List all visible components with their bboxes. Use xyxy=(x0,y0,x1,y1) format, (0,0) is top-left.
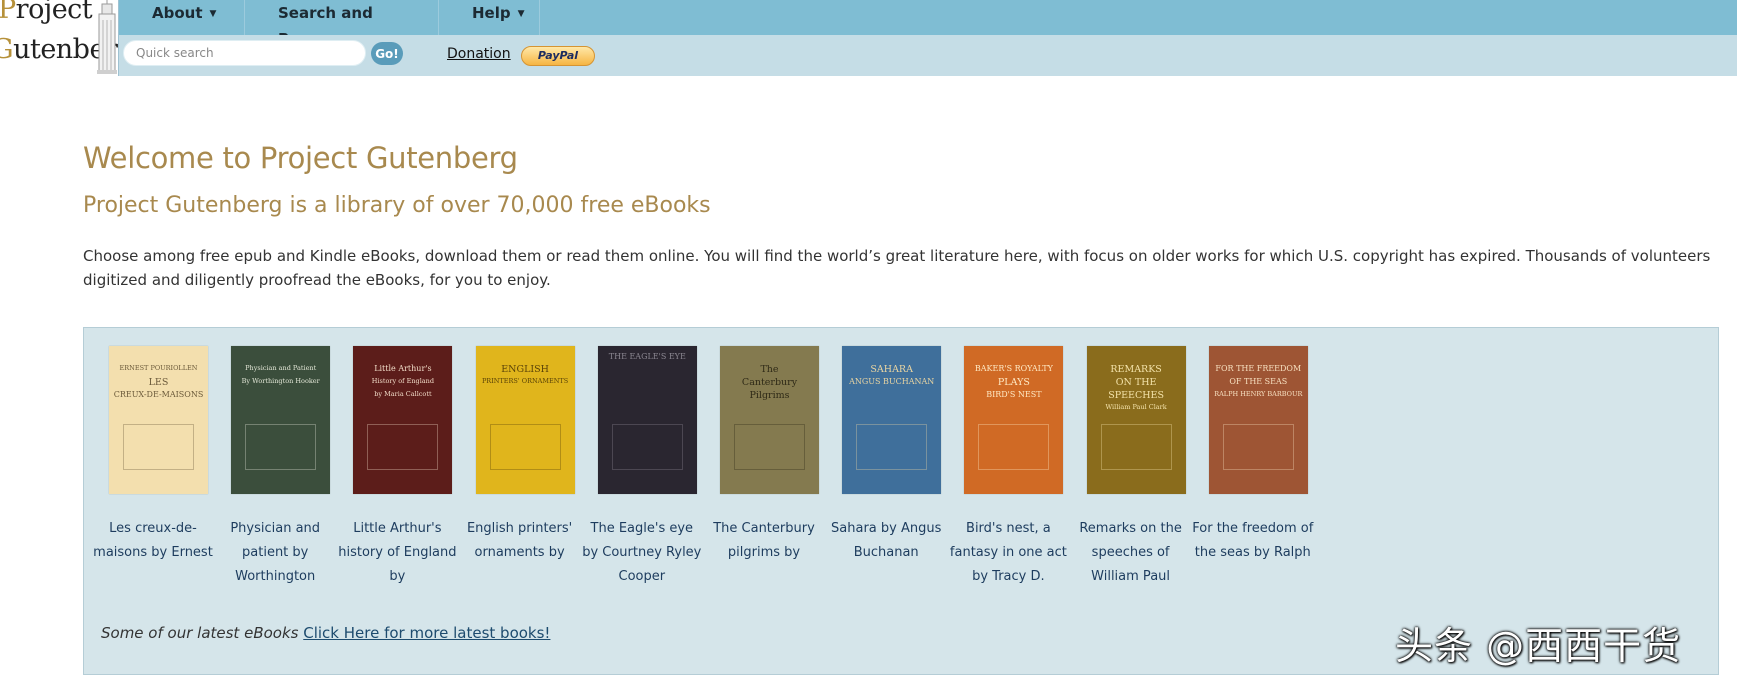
book-title-link[interactable]: English printers' ornaments by xyxy=(459,517,581,589)
book-cover-illustration xyxy=(489,424,561,470)
book-cover-text: By Worthington Hooker xyxy=(241,377,320,385)
book-cover-image[interactable]: Physician and Patient By Worthington Hook… xyxy=(231,346,331,494)
source-watermark: 头条 @西西干货 xyxy=(1395,624,1682,668)
book-cover-text: by Maria Callcott xyxy=(374,390,432,398)
book-cover-text: Pilgrims xyxy=(749,390,790,401)
latest-books-label: Some of our latest eBooks xyxy=(101,624,299,642)
book-cover-image[interactable]: REMARKS ON THE SPEECHES William Paul Clark xyxy=(1086,346,1186,494)
book-cover-text: SPEECHES xyxy=(1108,390,1164,401)
book-title-link[interactable]: For the freedom of the seas by Ralph xyxy=(1192,517,1314,589)
book-cover-illustration xyxy=(367,424,439,470)
book-cover-text: OF THE SEAS xyxy=(1229,377,1288,386)
book-cover-illustration xyxy=(1222,424,1294,470)
book-cover-illustration xyxy=(611,424,683,470)
book-cover-text: ENGLISH xyxy=(501,364,549,375)
page-title: Welcome to Project Gutenberg xyxy=(83,141,518,175)
book-title-link[interactable]: The Canterbury pilgrims by xyxy=(703,517,825,589)
nav-about[interactable]: About ▼ xyxy=(119,0,245,35)
library-building-icon xyxy=(97,0,117,74)
book-cover-text: THE EAGLE'S EYE xyxy=(608,352,686,361)
book-title-link[interactable]: Little Arthur's history of England by xyxy=(336,517,458,589)
logo-line-1: Project xyxy=(0,0,93,25)
book-cover-text: PRINTERS' ORNAMENTS xyxy=(481,377,569,385)
nav-help[interactable]: Help ▼ xyxy=(439,0,540,35)
caret-down-icon: ▼ xyxy=(209,9,217,19)
book-title-link[interactable]: Remarks on the speeches of William Paul xyxy=(1070,517,1192,589)
book-title-link[interactable]: Physician and patient by Worthington xyxy=(214,517,336,589)
book-cover-text: FOR THE FREEDOM xyxy=(1215,364,1302,373)
nav-help-label: Help xyxy=(472,4,511,22)
quick-search-input[interactable] xyxy=(123,40,366,66)
book-cover-illustration xyxy=(734,424,805,470)
book-cover-text: Little Arthur's xyxy=(374,364,432,373)
book-cover-text: ERNEST POURIOLLEN xyxy=(119,364,198,372)
book-cover-illustration xyxy=(1100,424,1172,470)
book-cover-text: ON THE xyxy=(1115,377,1157,388)
book-cover-text: RALPH HENRY BARBOUR xyxy=(1214,390,1303,398)
latest-books-line: Some of our latest eBooks Click Here for… xyxy=(101,624,550,642)
book-cover-text: Physician and Patient xyxy=(245,364,317,372)
book-title-link[interactable]: Les creux-de-maisons by Ernest xyxy=(92,517,214,589)
book-cover-illustration xyxy=(123,424,194,470)
book-cover-text: SAHARA xyxy=(870,364,913,375)
book-cover-image[interactable]: Little Arthur's History of England by Mari… xyxy=(353,346,453,494)
site-header: Project Gutenberg About ▼ Search and Brow… xyxy=(0,0,1737,76)
book-cover-image[interactable]: ENGLISH PRINTERS' ORNAMENTS xyxy=(475,346,575,494)
book-title-link[interactable]: Sahara by Angus Buchanan xyxy=(825,517,947,589)
book-cover-text: William Paul Clark xyxy=(1105,403,1167,411)
project-gutenberg-logo[interactable]: Project Gutenberg xyxy=(0,0,119,76)
book-cover-text: History of England xyxy=(371,377,434,385)
book-cover-text: The xyxy=(760,364,779,375)
book-title-link[interactable]: Bird's nest, a fantasy in one act by Tra… xyxy=(947,517,1069,589)
book-cover-illustration xyxy=(978,424,1050,470)
book-cover-image[interactable]: SAHARA ANGUS BUCHANAN xyxy=(842,346,942,494)
book-cover-text: Canterbury xyxy=(741,377,798,388)
search-bar: Go! Donation PayPal xyxy=(119,35,1737,76)
more-latest-books-link[interactable]: Click Here for more latest books! xyxy=(303,624,550,642)
book-cover-image[interactable]: THE EAGLE'S EYE xyxy=(597,346,697,494)
book-cover-image[interactable]: FOR THE FREEDOM OF THE SEAS RALPH HENRY BA… xyxy=(1208,346,1308,494)
book-cover-text: PLAYS xyxy=(997,377,1030,388)
caret-down-icon: ▼ xyxy=(517,9,525,19)
book-cover-image[interactable]: The Canterbury Pilgrims xyxy=(720,346,819,494)
page-subtitle: Project Gutenberg is a library of over 7… xyxy=(83,193,711,218)
search-go-button[interactable]: Go! xyxy=(371,42,403,65)
donation-link[interactable]: Donation xyxy=(447,46,511,62)
book-cover-illustration xyxy=(245,424,317,470)
main-navigation: About ▼ Search and Browse▼ Help ▼ xyxy=(119,0,1737,48)
book-cover-text: ANGUS BUCHANAN xyxy=(849,377,935,386)
book-title-link[interactable]: The Eagle's eye by Courtney Ryley Cooper xyxy=(581,517,703,589)
book-cover-text: BAKER'S ROYALTY xyxy=(974,364,1053,373)
book-cover-text: BIRD'S NEST xyxy=(986,390,1042,399)
nav-search-and-browse[interactable]: Search and Browse▼ xyxy=(245,0,439,48)
book-cover-image[interactable]: ERNEST POURIOLLEN LES CREUX-DE-MAISONS xyxy=(109,346,208,494)
book-cover-text: REMARKS xyxy=(1110,364,1162,375)
book-cover-text: LES xyxy=(148,377,169,388)
book-cover-image[interactable]: BAKER'S ROYALTY PLAYS BIRD'S NEST xyxy=(964,346,1064,494)
intro-text: Choose among free epub and Kindle eBooks… xyxy=(83,247,1711,289)
paypal-button[interactable]: PayPal xyxy=(521,46,595,66)
book-cover-text: CREUX-DE-MAISONS xyxy=(113,390,204,399)
book-cover-illustration xyxy=(856,424,928,470)
nav-about-label: About xyxy=(152,4,203,22)
